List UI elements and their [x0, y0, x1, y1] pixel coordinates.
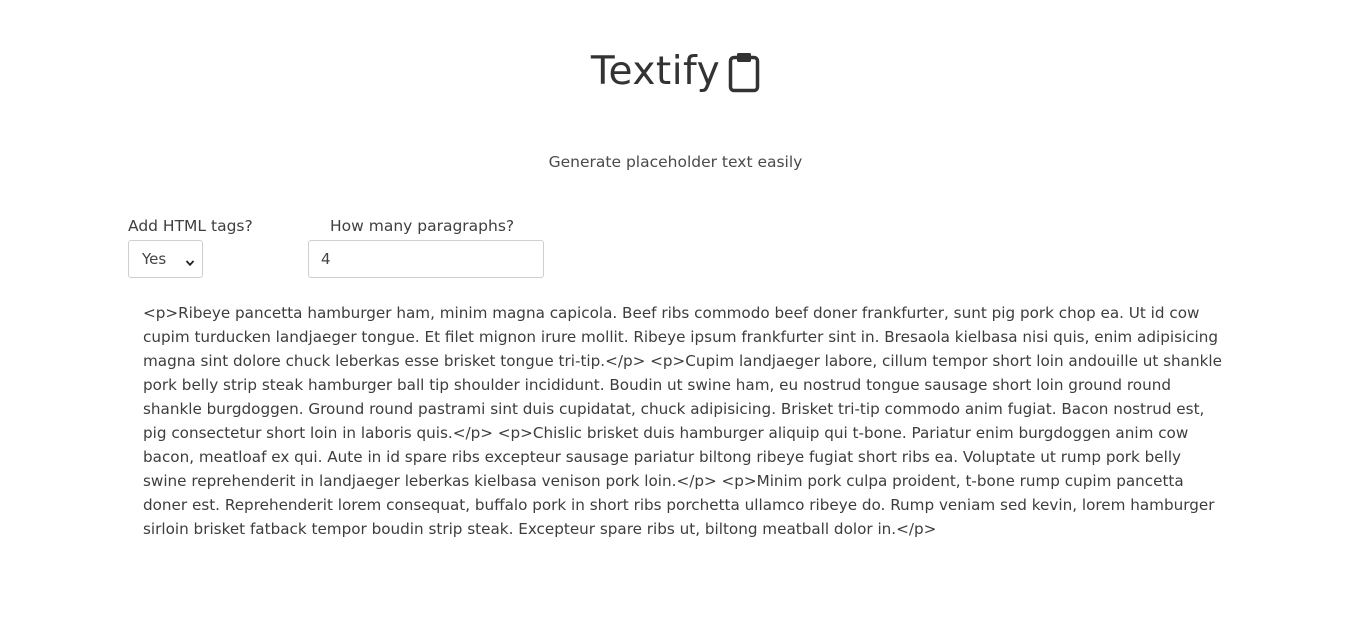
paragraph-count-label: How many paragraphs?	[330, 217, 515, 235]
generated-text-output: <p>Ribeye pancetta hamburger ham, minim …	[143, 304, 1222, 538]
chevron-down-icon	[185, 254, 195, 267]
clipboard-icon	[728, 51, 760, 93]
html-tags-label: Add HTML tags?	[128, 217, 253, 235]
app-header: Textify	[0, 46, 1351, 98]
paragraph-count-input[interactable]	[308, 240, 544, 278]
app-title: Textify	[590, 49, 721, 94]
html-tags-selected-value: Yes	[142, 250, 167, 268]
page-subtitle: Generate placeholder text easily	[548, 153, 803, 171]
html-tags-select[interactable]: Yes	[128, 240, 203, 278]
